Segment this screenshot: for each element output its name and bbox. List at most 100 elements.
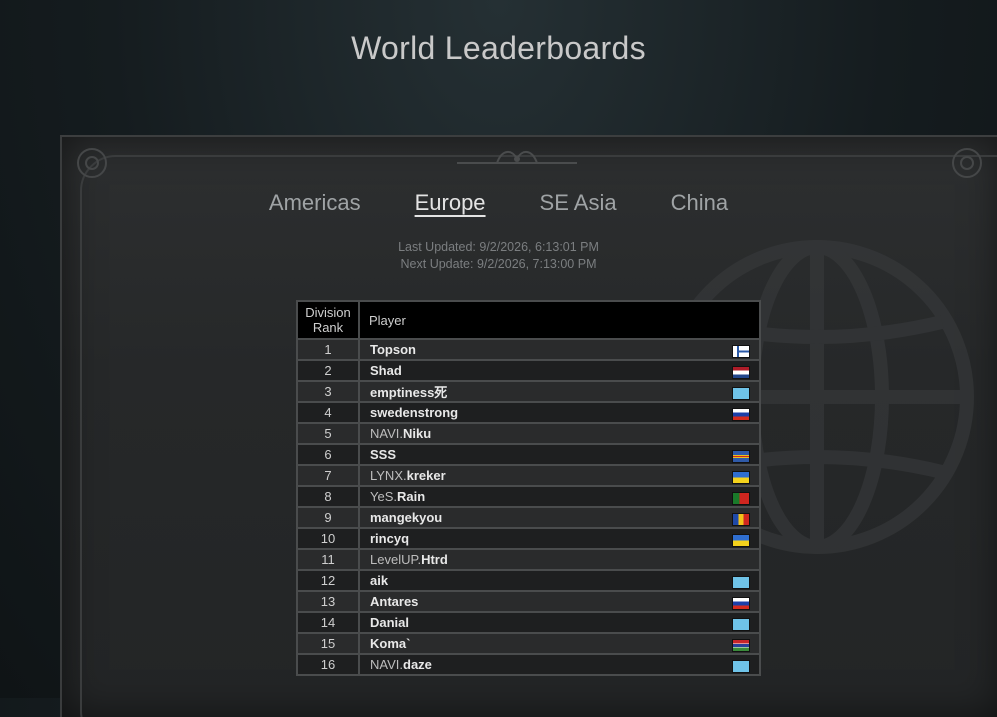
table-row[interactable]: 9 mangekyou — [296, 506, 761, 529]
moldova-flag-icon — [732, 512, 750, 526]
player-name[interactable]: rincyq — [370, 531, 409, 546]
team-tag: YeS. — [370, 489, 397, 504]
update-info: Last Updated: 9/2/2026, 6:13:01 PM Next … — [0, 239, 997, 273]
table-row[interactable]: 10 rincyq — [296, 527, 761, 550]
player-cell[interactable]: mangekyou — [358, 506, 761, 529]
kazakhstan-flag-icon — [732, 617, 750, 631]
table-row[interactable]: 11 LevelUP.Htrd — [296, 548, 761, 571]
player-cell[interactable]: LYNX.kreker — [358, 464, 761, 487]
player-name[interactable]: Topson — [370, 342, 416, 357]
player-cell[interactable]: Danial — [358, 611, 761, 634]
table-row[interactable]: 7 LYNX.kreker — [296, 464, 761, 487]
table-row[interactable]: 13 Antares — [296, 590, 761, 613]
player-name[interactable]: kreker — [407, 468, 446, 483]
player-cell[interactable]: rincyq — [358, 527, 761, 550]
kazakhstan-flag-icon — [732, 575, 750, 589]
player-cell[interactable]: Antares — [358, 590, 761, 613]
player-name[interactable]: Danial — [370, 615, 409, 630]
page-title: World Leaderboards — [351, 30, 646, 66]
rank-cell: 15 — [296, 632, 360, 655]
team-tag: NAVI. — [370, 426, 403, 441]
rank-cell: 12 — [296, 569, 360, 592]
table-row[interactable]: 5 NAVI.Niku — [296, 422, 761, 445]
player-name[interactable]: mangekyou — [370, 510, 442, 525]
table-row[interactable]: 12 aik — [296, 569, 761, 592]
rank-cell: 11 — [296, 548, 360, 571]
player-cell[interactable]: emptiness死 — [358, 380, 761, 403]
table-row[interactable]: 16 NAVI.daze — [296, 653, 761, 676]
rank-cell: 3 — [296, 380, 360, 403]
kazakhstan-flag-icon — [732, 659, 750, 673]
portugal-flag-icon — [732, 491, 750, 505]
corner-ornament-icon — [952, 148, 982, 178]
next-update-text: Next Update: 9/2/2026, 7:13:00 PM — [400, 257, 597, 271]
table-row[interactable]: 3 emptiness死 — [296, 380, 761, 403]
player-cell[interactable]: Shad — [358, 359, 761, 382]
rank-cell: 8 — [296, 485, 360, 508]
player-name[interactable]: SSS — [370, 447, 396, 462]
ukraine-flag-icon — [732, 470, 750, 484]
rank-cell: 1 — [296, 338, 360, 361]
player-name[interactable]: aik — [370, 573, 388, 588]
rank-cell: 6 — [296, 443, 360, 466]
rank-cell: 4 — [296, 401, 360, 424]
tab-americas[interactable]: Americas — [269, 190, 361, 216]
player-name[interactable]: Shad — [370, 363, 402, 378]
player-name[interactable]: Koma` — [370, 636, 410, 651]
table-row[interactable]: 4 swedenstrong — [296, 401, 761, 424]
rank-cell: 13 — [296, 590, 360, 613]
player-name[interactable]: Antares — [370, 594, 418, 609]
rank-cell: 9 — [296, 506, 360, 529]
player-cell[interactable]: YeS.Rain — [358, 485, 761, 508]
player-name[interactable]: emptiness死 — [370, 385, 447, 400]
player-header: Player — [358, 300, 761, 340]
player-name[interactable]: Htrd — [421, 552, 448, 567]
team-tag: LevelUP. — [370, 552, 422, 567]
gambia-flag-icon — [732, 638, 750, 652]
table-row[interactable]: 14 Danial — [296, 611, 761, 634]
leaderboard-table: Division Rank Player 1 Topson 2 Shad 3 emptin… — [296, 300, 761, 676]
table-header-row: Division Rank Player — [296, 300, 761, 340]
last-updated-text: Last Updated: 9/2/2026, 6:13:01 PM — [398, 240, 599, 254]
player-name[interactable]: daze — [403, 657, 432, 672]
player-cell[interactable]: LevelUP.Htrd — [358, 548, 761, 571]
player-cell[interactable]: aik — [358, 569, 761, 592]
rank-cell: 2 — [296, 359, 360, 382]
player-cell[interactable]: NAVI.daze — [358, 653, 761, 676]
leaderboard-body: 1 Topson 2 Shad 3 emptiness死 4 swedenstrong 5 NAV… — [296, 338, 761, 676]
table-row[interactable]: 8 YeS.Rain — [296, 485, 761, 508]
corner-ornament-icon — [77, 148, 107, 178]
tab-europe[interactable]: Europe — [415, 190, 486, 216]
rank-cell: 10 — [296, 527, 360, 550]
table-row[interactable]: 15 Koma` — [296, 632, 761, 655]
rank-cell: 14 — [296, 611, 360, 634]
rank-cell: 16 — [296, 653, 360, 676]
team-tag: LYNX. — [370, 468, 407, 483]
table-row[interactable]: 6 SSS — [296, 443, 761, 466]
player-name[interactable]: Rain — [397, 489, 425, 504]
player-cell[interactable]: swedenstrong — [358, 401, 761, 424]
player-cell[interactable]: Koma` — [358, 632, 761, 655]
netherlands-flag-icon — [732, 365, 750, 379]
russia-flag-icon — [732, 596, 750, 610]
division-rank-header: Division Rank — [296, 300, 360, 340]
player-name[interactable]: swedenstrong — [370, 405, 458, 420]
finland-flag-icon — [732, 344, 750, 358]
kazakhstan-flag-icon — [732, 386, 750, 400]
russia-flag-icon — [732, 407, 750, 421]
table-row[interactable]: 1 Topson — [296, 338, 761, 361]
tab-se-asia[interactable]: SE Asia — [540, 190, 617, 216]
player-cell[interactable]: NAVI.Niku — [358, 422, 761, 445]
ornament-icon — [457, 151, 577, 164]
ukraine-flag-icon — [732, 533, 750, 547]
player-cell[interactable]: SSS — [358, 443, 761, 466]
player-cell[interactable]: Topson — [358, 338, 761, 361]
aland-flag-icon — [732, 449, 750, 463]
rank-cell: 5 — [296, 422, 360, 445]
region-tabs: Americas Europe SE Asia China — [0, 190, 997, 216]
table-row[interactable]: 2 Shad — [296, 359, 761, 382]
player-name[interactable]: Niku — [403, 426, 431, 441]
team-tag: NAVI. — [370, 657, 403, 672]
rank-cell: 7 — [296, 464, 360, 487]
tab-china[interactable]: China — [671, 190, 728, 216]
